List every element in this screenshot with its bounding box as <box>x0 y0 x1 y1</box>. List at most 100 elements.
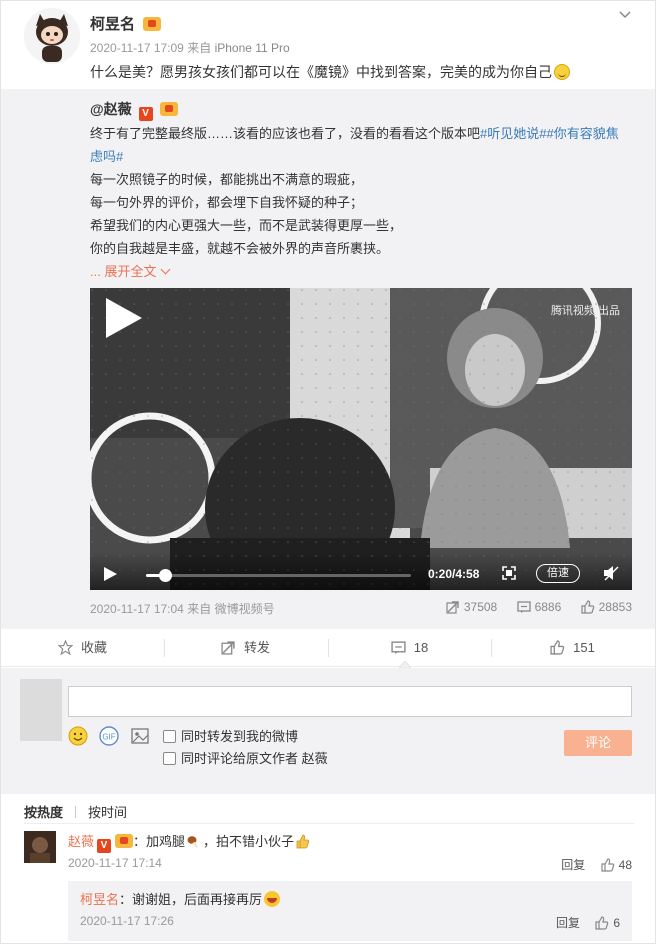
hashtag-link-1[interactable]: #听见她说# <box>480 126 546 141</box>
original-line1: 终于有了完整最终版……该看的应该也看了，没看的看看这个版本吧 <box>90 126 481 141</box>
chevron-down-icon[interactable] <box>619 9 631 21</box>
comment-like-button[interactable]: 48 <box>601 858 632 872</box>
post-timestamp[interactable]: 2020-11-17 17:09 <box>90 41 184 55</box>
also-comment-original-label: 同时评论给原文作者 赵薇 <box>181 751 328 766</box>
hashtag-link-2[interactable]: #你有容貌焦 <box>546 126 618 141</box>
original-author[interactable]: @赵薇 V <box>90 99 179 121</box>
original-comment-count-text: 6886 <box>534 600 562 614</box>
comment-count: 18 <box>413 640 429 655</box>
comment-body: 赵薇 V ：加鸡腿 ，拍不错小伙子 <box>68 831 310 853</box>
also-comment-original-checkbox[interactable]: 同时评论给原文作者 赵薇 <box>163 748 328 767</box>
video-controls: 0:20/4:58 倍速 <box>90 552 632 590</box>
original-like-count-text: 28853 <box>598 600 632 614</box>
post-meta: 2020-11-17 17:09 来自 iPhone 11 Pro <box>90 39 290 56</box>
comment-text-b: ，拍不错小伙子 <box>203 834 295 849</box>
thumbs-up-emoji-icon <box>296 834 310 849</box>
verified-badge-icon: V <box>97 839 112 853</box>
comment-sort-tabs: 按热度 按时间 <box>24 802 127 821</box>
post-text: 什么是美？愿男孩女孩们都可以在《魔镜》中找到答案，完美的成为你自己 <box>90 62 570 82</box>
comment-time: 2020-11-17 17:14 <box>68 856 162 870</box>
reply-like-button[interactable]: 6 <box>595 916 620 930</box>
member-badge-icon <box>160 102 179 116</box>
reply-body: 柯昱名：谢谢姐，后面再接再厉 <box>80 889 281 908</box>
post-source-prefix: 来自 <box>187 41 212 55</box>
reposted-content: @赵薇 V 终于有了完整最终版……该看的应该也看了，没看的看看这个版本吧#听见她… <box>1 89 655 629</box>
like-count: 151 <box>573 640 595 655</box>
watermark-text: 腾讯视频 <box>550 305 595 317</box>
video-player[interactable]: 腾讯视频 出品 0:20/4:58 倍速 <box>90 288 632 590</box>
commenter-avatar[interactable] <box>24 831 56 863</box>
gif-icon[interactable]: GIF <box>99 726 119 746</box>
post-username[interactable]: 柯昱名 <box>90 13 162 34</box>
image-icon[interactable] <box>130 726 150 746</box>
repost-button[interactable]: 转发 <box>164 629 327 667</box>
weibo-post-card: 柯昱名 2020-11-17 17:09 来自 iPhone 11 Pro 什么… <box>0 0 656 944</box>
video-progress-bar[interactable] <box>146 569 411 582</box>
original-like-count[interactable]: 28853 <box>581 600 632 614</box>
comment-composer: GIF 同时转发到我的微博 同时评论给原文作者 赵薇 评论 <box>1 668 655 794</box>
repost-icon <box>221 641 235 655</box>
playback-speed-button[interactable]: 倍速 <box>536 564 580 583</box>
user-avatar[interactable] <box>24 8 80 64</box>
video-progress-knob[interactable] <box>158 569 172 582</box>
reply-sep: ： <box>119 892 133 907</box>
favorite-label: 收藏 <box>80 640 107 655</box>
post-username-text[interactable]: 柯昱名 <box>90 16 135 33</box>
original-line3: 每一句外界的评价，都会埋下自我怀疑的种子； <box>90 195 364 210</box>
like-button[interactable]: 151 <box>491 629 654 667</box>
favorite-button[interactable]: 收藏 <box>1 629 164 667</box>
chicken-leg-emoji-icon <box>187 836 199 848</box>
reply-button[interactable]: 回复 <box>556 916 580 930</box>
reply-actions: 回复 6 <box>556 914 620 931</box>
watermark-badge: 出品 <box>598 305 620 317</box>
caret-up-icon <box>399 661 411 668</box>
original-footer: 2020-11-17 17:04 来自 微博视频号 37508 6886 288… <box>90 600 632 617</box>
expand-full-text-link[interactable]: ... 展开全文 <box>90 260 630 283</box>
original-line2: 每一次照镜子的时候，都能挑出不满意的瑕疵， <box>90 172 364 187</box>
member-badge-icon <box>143 17 162 31</box>
reply-user-name[interactable]: 柯昱名 <box>80 892 119 907</box>
reply-time: 2020-11-17 17:26 <box>80 914 174 928</box>
expand-label[interactable]: ... 展开全文 <box>90 264 156 279</box>
post-text-content: 什么是美？愿男孩女孩们都可以在《魔镜》中找到答案，完美的成为你自己 <box>90 64 552 80</box>
repost-label: 转发 <box>243 640 270 655</box>
svg-text:GIF: GIF <box>102 733 115 742</box>
original-repost-count-text: 37508 <box>463 600 498 614</box>
sort-divider-line <box>24 823 634 824</box>
original-source-prefix: 来自 <box>187 602 212 616</box>
like-icon <box>581 600 594 614</box>
like-icon <box>595 916 609 930</box>
original-repost-count[interactable]: 37508 <box>446 600 497 614</box>
reply-item: 柯昱名：谢谢姐，后面再接再厉 2020-11-17 17:26 回复 6 <box>68 881 632 941</box>
current-user-avatar[interactable] <box>20 679 62 741</box>
chevron-down-icon <box>161 264 171 275</box>
sort-by-hot-tab[interactable]: 按热度 <box>24 805 63 820</box>
emoji-icon[interactable] <box>68 726 88 746</box>
checkbox-box[interactable] <box>163 730 176 743</box>
reply-like-count: 6 <box>613 916 620 930</box>
comment-input[interactable] <box>68 686 632 717</box>
reply-button[interactable]: 回复 <box>561 858 585 872</box>
also-repost-label: 同时转发到我的微博 <box>181 729 299 744</box>
mute-icon[interactable] <box>603 565 619 581</box>
submit-comment-button[interactable]: 评论 <box>564 730 632 756</box>
original-comment-count[interactable]: 6886 <box>516 600 562 614</box>
sort-by-time-tab[interactable]: 按时间 <box>88 805 127 820</box>
comment-actions: 回复 48 <box>561 856 632 873</box>
fullscreen-icon[interactable] <box>502 566 516 580</box>
like-icon <box>601 858 614 872</box>
commenter-name[interactable]: 赵薇 <box>68 834 94 849</box>
member-badge-icon <box>115 834 134 848</box>
original-line4: 希望我们的内心更强大一些，而不是武装得更厚一些， <box>90 218 403 233</box>
hashtag-link-2-cont[interactable]: 虑吗# <box>90 149 123 164</box>
original-author-name[interactable]: @赵薇 <box>90 101 132 117</box>
also-repost-checkbox[interactable]: 同时转发到我的微博 <box>163 726 298 745</box>
original-source: 微博视频号 <box>214 602 275 616</box>
original-time[interactable]: 2020-11-17 17:04 <box>90 602 184 616</box>
play-icon[interactable] <box>102 566 118 582</box>
play-icon[interactable] <box>90 288 150 348</box>
original-line5: 你的自我越是丰盛，就越不会被外界的声音所裹挟。 <box>90 241 390 256</box>
original-text: 终于有了完整最终版……该看的应该也看了，没看的看看这个版本吧#听见她说##你有容… <box>90 122 630 283</box>
checkbox-box[interactable] <box>163 752 176 765</box>
comment-text-a: 加鸡腿 <box>146 834 186 849</box>
